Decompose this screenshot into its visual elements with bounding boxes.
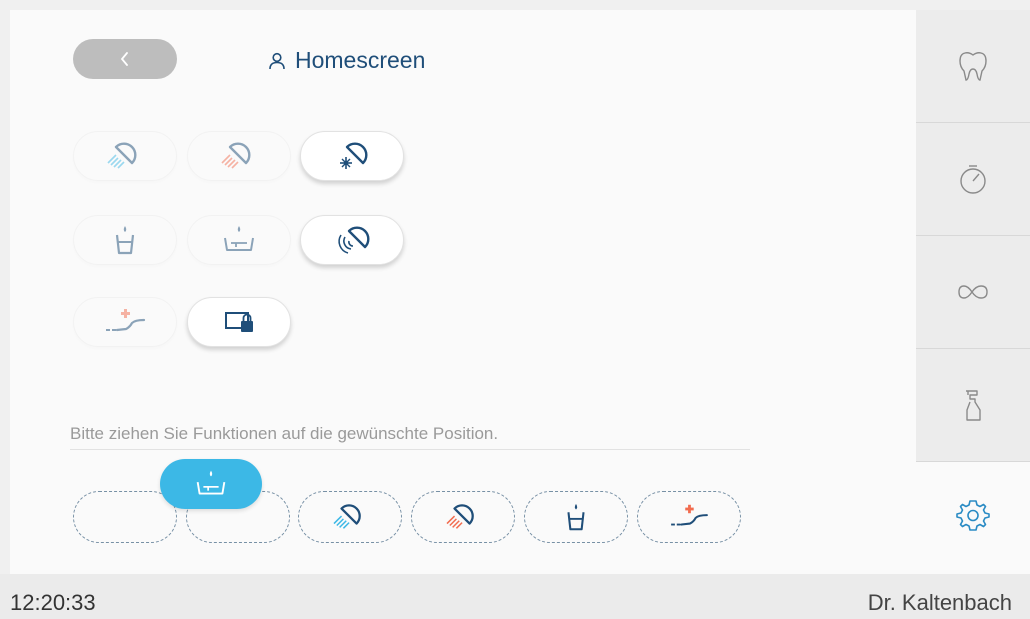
chair-position-icon [671, 504, 708, 526]
page-title: Homescreen [267, 47, 425, 74]
tab-spray-bottle[interactable] [916, 349, 1030, 462]
spray-blue-icon [107, 142, 137, 169]
tab-infinity[interactable] [916, 236, 1030, 349]
lamp-sound-button[interactable] [300, 215, 404, 265]
chair-position-icon [106, 309, 146, 332]
spray-red-icon [446, 504, 474, 529]
bowl-rinse-icon [224, 226, 254, 251]
lamp-sound-icon [338, 226, 370, 254]
chair-position-button[interactable] [73, 297, 177, 347]
lamp-sparkle-button[interactable] [300, 131, 404, 181]
bowl-rinse-button[interactable] [187, 215, 291, 265]
spray-red-icon [221, 142, 251, 169]
spray-bottle-icon [966, 390, 981, 421]
hint-divider [70, 449, 750, 450]
tab-timer[interactable] [916, 123, 1030, 236]
lamp-sparkle-icon [340, 142, 368, 169]
slot-4[interactable] [411, 491, 515, 543]
screen-lock-icon [225, 312, 253, 332]
main-panel: Homescreen Bitte ziehen Sie Funktionen a… [10, 10, 916, 574]
user-name: Dr. Kaltenbach [867, 590, 1012, 615]
hint-text: Bitte ziehen Sie Funktionen auf die gewü… [70, 424, 499, 443]
status-bar: 12:20:33 Dr. Kaltenbach [0, 574, 1030, 619]
slot-3[interactable] [298, 491, 402, 543]
settings-gear-icon [956, 500, 990, 531]
spray-blue-icon [333, 504, 361, 529]
slot-1[interactable] [73, 491, 177, 543]
slot-6[interactable] [637, 491, 741, 543]
clock: 12:20:33 [10, 590, 96, 615]
back-button[interactable] [73, 39, 177, 79]
settings-button[interactable] [946, 488, 1000, 542]
dragging-item[interactable] [160, 459, 262, 509]
bowl-rinse-icon [196, 470, 226, 495]
cup-fill-icon [567, 503, 585, 531]
chevron-left-icon [120, 52, 128, 66]
cup-fill-button[interactable] [73, 215, 177, 265]
page-title-text: Homescreen [295, 47, 426, 73]
tab-tooth[interactable] [916, 10, 1030, 123]
tooth-icon [959, 52, 987, 81]
screen: Homescreen Bitte ziehen Sie Funktionen a… [0, 0, 1030, 619]
spray-blue-button[interactable] [73, 131, 177, 181]
timer-icon [960, 165, 986, 194]
side-tab-bar [916, 10, 1030, 574]
screen-lock-button[interactable] [187, 297, 291, 347]
slot-5[interactable] [524, 491, 628, 543]
user-icon [269, 52, 285, 69]
cup-fill-icon [115, 226, 135, 255]
spray-red-button[interactable] [187, 131, 291, 181]
infinity-icon [958, 285, 988, 299]
